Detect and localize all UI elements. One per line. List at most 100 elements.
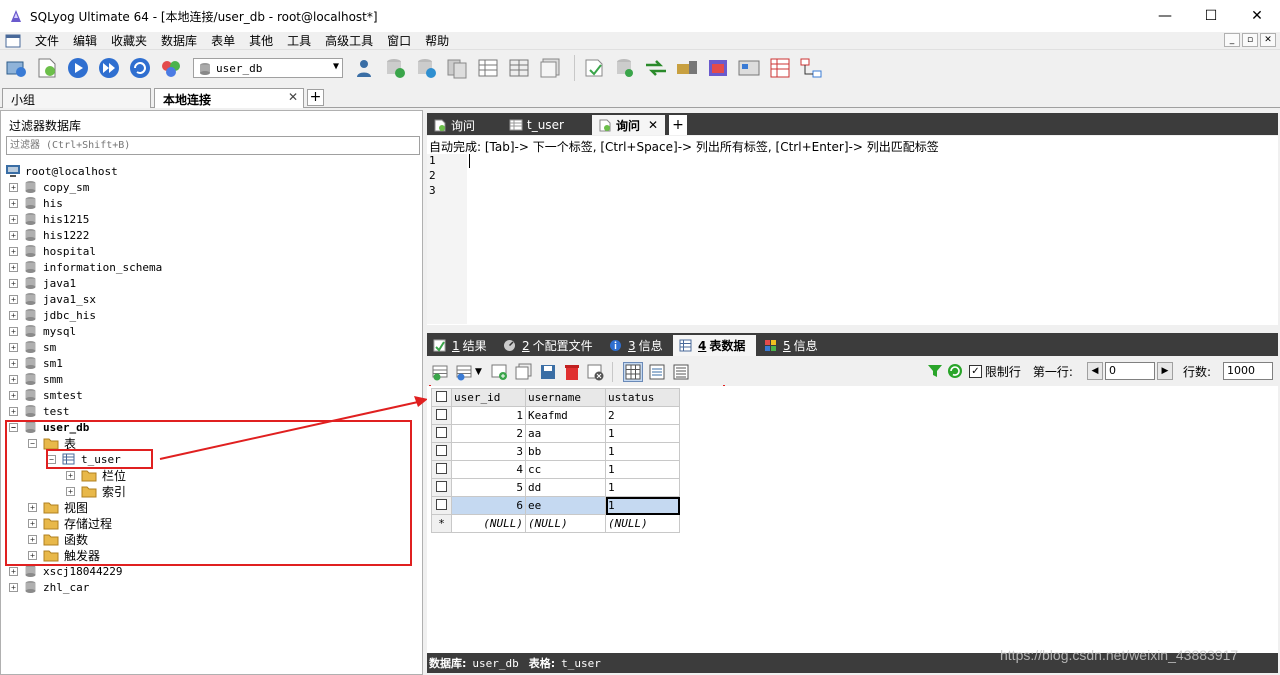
copy-database-button[interactable] bbox=[444, 55, 470, 81]
cell-username[interactable]: bb bbox=[525, 442, 606, 461]
column-header-username[interactable]: username bbox=[525, 388, 606, 407]
tab-group[interactable]: 小组 bbox=[2, 88, 151, 108]
close-icon[interactable]: ✕ bbox=[288, 90, 298, 104]
tree-database[interactable]: + test bbox=[9, 403, 70, 419]
expand-icon[interactable]: + bbox=[9, 182, 18, 192]
tab-results[interactable]: 1 结果 bbox=[427, 335, 495, 356]
menu-favorites[interactable]: 收藏夹 bbox=[105, 32, 155, 49]
table-row-selected[interactable]: 6 ee 1 bbox=[431, 496, 680, 515]
column-header-ustatus[interactable]: ustatus bbox=[605, 388, 680, 407]
menu-window[interactable]: 窗口 bbox=[381, 32, 419, 49]
menu-edit[interactable]: 编辑 bbox=[67, 32, 105, 49]
previous-page-button[interactable]: ◀ bbox=[1086, 362, 1103, 380]
user-manager-button[interactable] bbox=[351, 55, 377, 81]
cell-username-null[interactable]: (NULL) bbox=[525, 514, 606, 533]
cell-username[interactable]: Keafmd bbox=[525, 406, 606, 425]
expand-icon[interactable]: + bbox=[9, 294, 18, 304]
cell-user-id[interactable]: 4 bbox=[451, 460, 526, 479]
expand-icon[interactable]: + bbox=[9, 390, 18, 400]
tab-info[interactable]: 3 信息 bbox=[603, 335, 671, 356]
cell-user-id[interactable]: 5 bbox=[451, 478, 526, 497]
table-row[interactable]: 3 bb 1 bbox=[431, 442, 680, 461]
tab-query-2[interactable]: 询问 ✕ bbox=[592, 115, 665, 135]
cell-ustatus[interactable]: 1 bbox=[605, 496, 680, 515]
new-connection-button[interactable] bbox=[3, 55, 29, 81]
cell-ustatus-null[interactable]: (NULL) bbox=[605, 514, 680, 533]
menu-database[interactable]: 数据库 bbox=[155, 32, 205, 49]
tree-database[interactable]: + information_schema bbox=[9, 259, 162, 275]
sql-editor[interactable]: 自动完成: [Tab]-> 下一个标签, [Ctrl+Space]-> 列出所有… bbox=[427, 136, 1278, 325]
execute-query-button[interactable] bbox=[65, 55, 91, 81]
tree-database[interactable]: + smm bbox=[9, 371, 63, 387]
row-checkbox[interactable] bbox=[431, 442, 452, 461]
save-changes-button[interactable] bbox=[455, 362, 475, 382]
mdi-minimize-button[interactable]: _ bbox=[1224, 33, 1240, 47]
insert-row-button[interactable] bbox=[431, 362, 451, 382]
close-icon[interactable]: ✕ bbox=[648, 118, 658, 132]
expand-icon[interactable]: + bbox=[9, 342, 18, 352]
expand-icon[interactable]: + bbox=[9, 262, 18, 272]
tree-database[interactable]: + sm1 bbox=[9, 355, 63, 371]
grid-view-button[interactable] bbox=[622, 362, 643, 382]
close-button[interactable]: ✕ bbox=[1234, 0, 1280, 32]
table-grid-button[interactable] bbox=[475, 55, 501, 81]
import-button[interactable] bbox=[581, 55, 607, 81]
tab-local-connection[interactable]: 本地连接 ✕ bbox=[154, 88, 304, 108]
menu-other[interactable]: 其他 bbox=[243, 32, 281, 49]
schema-sync-button[interactable] bbox=[798, 55, 824, 81]
refresh-icon[interactable] bbox=[947, 363, 963, 379]
table-row[interactable]: 4 cc 1 bbox=[431, 460, 680, 479]
tree-database[interactable]: + java1_sx bbox=[9, 291, 96, 307]
execute-all-button[interactable] bbox=[96, 55, 122, 81]
cell-username[interactable]: ee bbox=[525, 496, 606, 515]
menu-help[interactable]: 帮助 bbox=[419, 32, 457, 49]
table-structure-button[interactable] bbox=[506, 55, 532, 81]
mdi-restore-button[interactable]: ▫ bbox=[1242, 33, 1258, 47]
tree-database[interactable]: + his1215 bbox=[9, 211, 89, 227]
mdi-close-button[interactable]: ✕ bbox=[1260, 33, 1276, 47]
export-button[interactable] bbox=[612, 55, 638, 81]
expand-icon[interactable]: + bbox=[9, 230, 18, 240]
expand-icon[interactable]: + bbox=[9, 358, 18, 368]
expand-icon[interactable]: + bbox=[9, 246, 18, 256]
expand-icon[interactable]: + bbox=[9, 310, 18, 320]
expand-icon[interactable]: + bbox=[9, 326, 18, 336]
tab-profiler[interactable]: 2 个配置文件 bbox=[497, 335, 599, 356]
schema-designer-button[interactable] bbox=[158, 55, 184, 81]
tree-database[interactable]: + jdbc_his bbox=[9, 307, 96, 323]
cell-user-id[interactable]: 1 bbox=[451, 406, 526, 425]
form-view-button[interactable] bbox=[647, 362, 667, 382]
tab-t-user[interactable]: t_user bbox=[503, 115, 590, 135]
tree-database[interactable]: + java1 bbox=[9, 275, 76, 291]
add-connection-tab-button[interactable]: + bbox=[307, 89, 324, 106]
cell-ustatus[interactable]: 1 bbox=[605, 424, 680, 443]
table-row[interactable]: 5 dd 1 bbox=[431, 478, 680, 497]
new-row[interactable]: * (NULL) (NULL) (NULL) bbox=[431, 514, 680, 533]
tree-database[interactable]: + mysql bbox=[9, 323, 76, 339]
limit-rows-checkbox[interactable]: ✓ bbox=[968, 364, 982, 378]
report-button[interactable] bbox=[767, 55, 793, 81]
database-selector[interactable]: user_db ▼ bbox=[193, 58, 343, 78]
menu-tools[interactable]: 工具 bbox=[281, 32, 319, 49]
cell-ustatus[interactable]: 2 bbox=[605, 406, 680, 425]
tree-database[interactable]: + zhl_car bbox=[9, 579, 89, 595]
expand-icon[interactable]: + bbox=[9, 374, 18, 384]
cell-user-id-null[interactable]: (NULL) bbox=[451, 514, 526, 533]
add-row-button[interactable] bbox=[490, 362, 510, 382]
filter-input[interactable] bbox=[6, 136, 420, 155]
tree-database[interactable]: + copy_sm bbox=[9, 179, 89, 195]
migration-button[interactable] bbox=[674, 55, 700, 81]
refresh-button[interactable] bbox=[127, 55, 153, 81]
duplicate-row-button[interactable] bbox=[514, 362, 534, 382]
row-checkbox[interactable] bbox=[431, 424, 452, 443]
cancel-changes-button[interactable] bbox=[586, 362, 606, 382]
row-checkbox[interactable] bbox=[431, 478, 452, 497]
filter-icon[interactable] bbox=[927, 363, 943, 379]
cell-user-id[interactable]: 6 bbox=[451, 496, 526, 515]
menu-advanced-tools[interactable]: 高级工具 bbox=[319, 32, 381, 49]
table-row[interactable]: 1 Keafmd 2 bbox=[431, 406, 680, 425]
minimize-button[interactable]: — bbox=[1142, 0, 1188, 32]
dropdown-arrow-icon[interactable]: ▼ bbox=[475, 367, 482, 377]
new-query-button[interactable] bbox=[34, 55, 60, 81]
document-window-icon[interactable] bbox=[5, 34, 21, 48]
